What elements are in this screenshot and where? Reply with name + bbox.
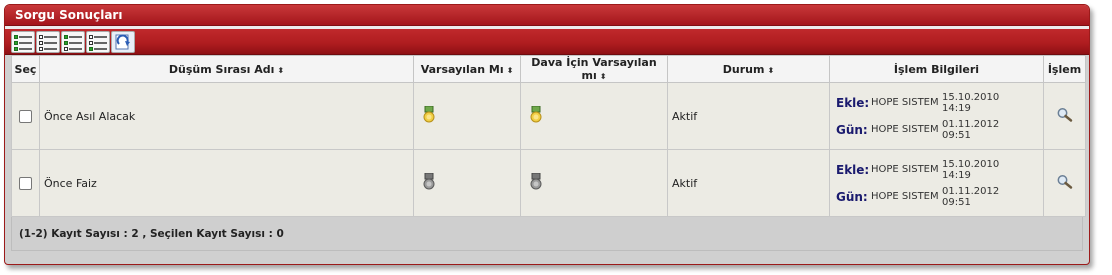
updated-at: 01.11.2012 09:51: [942, 185, 1000, 208]
action-cell: [1043, 82, 1086, 150]
added-by: HOPE SISTEM: [871, 97, 939, 108]
toolbar: [5, 29, 1089, 55]
status-cell: Aktif: [667, 149, 830, 217]
updated-label: Gün:: [836, 122, 868, 137]
gray-medal-icon: [423, 172, 435, 189]
row-checkbox[interactable]: [19, 176, 32, 190]
table-row: Önce Asıl Alacak Aktif Ekle: HOPE SISTEM…: [11, 82, 1086, 150]
default-cell: [413, 82, 521, 150]
col-header-info: İşlem Bilgileri: [829, 55, 1044, 83]
info-cell: Ekle: HOPE SISTEM 15.10.2010 14:19 Gün: H…: [829, 149, 1044, 217]
table-header-row: Seç Düşüm Sırası Adı ⬍ Varsayılan Mı ⬍ Dav…: [11, 55, 1086, 83]
refresh-button[interactable]: [111, 31, 135, 53]
refresh-icon: [115, 34, 130, 50]
col-header-case-default[interactable]: Dava İçin Varsayılan mı ⬍: [520, 55, 668, 83]
magnifier-icon[interactable]: [1056, 107, 1074, 123]
col-header-action: İşlem: [1043, 55, 1086, 83]
results-panel: Sorgu Sonuçları Seç Düşüm Sırası Adı ⬍ V…: [4, 4, 1090, 265]
added-at: 15.10.2010 14:19: [942, 158, 1000, 181]
row-name: Önce Faiz: [39, 149, 414, 217]
col-header-status[interactable]: Durum ⬍: [667, 55, 830, 83]
added-by: HOPE SISTEM: [871, 164, 939, 175]
magnifier-icon[interactable]: [1056, 174, 1074, 190]
gold-medal-icon: [423, 105, 435, 122]
added-at: 15.10.2010 14:19: [942, 91, 1000, 114]
action-cell: [1043, 149, 1086, 217]
sort-icon: ⬍: [506, 65, 514, 75]
row-name: Önce Asıl Alacak: [39, 82, 414, 150]
sort-icon: ⬍: [767, 65, 775, 75]
col-header-default[interactable]: Varsayılan Mı ⬍: [413, 55, 521, 83]
select-page-button[interactable]: [61, 31, 85, 53]
case-default-cell: [520, 82, 668, 150]
record-count-summary: (1-2) Kayıt Sayısı : 2 , Seçilen Kayıt S…: [11, 217, 1083, 251]
added-label: Ekle:: [836, 95, 870, 110]
default-cell: [413, 149, 521, 217]
updated-at: 01.11.2012 09:51: [942, 118, 1000, 141]
row-select-cell: [11, 82, 40, 150]
row-checkbox[interactable]: [19, 109, 32, 123]
updated-by: HOPE SISTEM: [871, 124, 939, 135]
info-cell: Ekle: HOPE SISTEM 15.10.2010 14:19 Gün: H…: [829, 82, 1044, 150]
results-table: Seç Düşüm Sırası Adı ⬍ Varsayılan Mı ⬍ Dav…: [11, 55, 1086, 217]
select-all-button[interactable]: [11, 31, 35, 53]
sort-icon: ⬍: [599, 72, 607, 81]
updated-label: Gün:: [836, 189, 868, 204]
status-cell: Aktif: [667, 82, 830, 150]
col-header-sec: Seç: [11, 55, 40, 83]
deselect-all-button[interactable]: [36, 31, 60, 53]
added-label: Ekle:: [836, 162, 870, 177]
deselect-page-button[interactable]: [86, 31, 110, 53]
gray-medal-icon: [530, 172, 542, 189]
row-select-cell: [11, 149, 40, 217]
table-row: Önce Faiz Aktif Ekle: HOPE SISTEM 15.10.…: [11, 149, 1086, 217]
updated-by: HOPE SISTEM: [871, 191, 939, 202]
panel-title: Sorgu Sonuçları: [5, 5, 1089, 26]
case-default-cell: [520, 149, 668, 217]
col-header-name[interactable]: Düşüm Sırası Adı ⬍: [39, 55, 414, 83]
gold-medal-icon: [530, 105, 542, 122]
sort-icon: ⬍: [277, 65, 285, 75]
